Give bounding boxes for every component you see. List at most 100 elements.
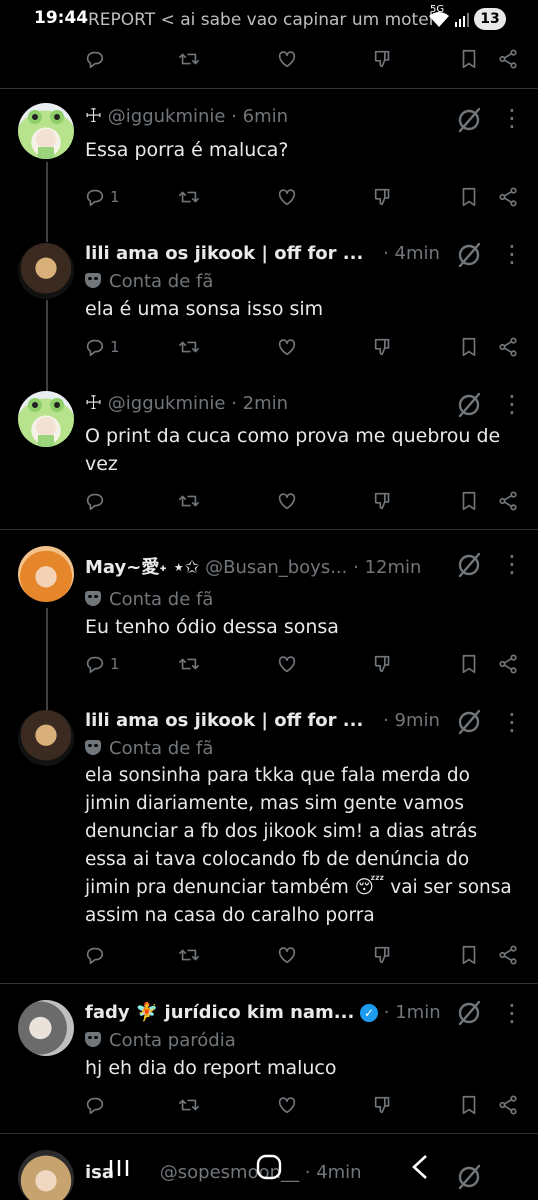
bookmark-button[interactable] — [458, 490, 480, 514]
retweet-button[interactable] — [178, 490, 200, 514]
share-button[interactable] — [497, 653, 519, 677]
heart-icon — [276, 656, 298, 679]
grok-icon[interactable] — [456, 1000, 482, 1026]
grok-icon[interactable] — [456, 392, 482, 418]
name-prefix: ☩ — [85, 392, 103, 414]
heart-icon — [276, 1097, 298, 1120]
retweet-button[interactable] — [178, 653, 200, 677]
retweet-button[interactable] — [178, 48, 200, 72]
more-icon[interactable]: ⋮ — [500, 710, 524, 734]
display-name[interactable]: lili ama os jikook | off for ... — [85, 710, 363, 731]
back-button[interactable] — [410, 1154, 430, 1187]
grok-icon[interactable] — [456, 552, 482, 578]
share-button[interactable] — [497, 186, 519, 210]
downvote-button[interactable] — [372, 48, 394, 72]
mask-icon — [85, 273, 101, 288]
retweet-button[interactable] — [178, 944, 200, 968]
timestamp[interactable]: 12min — [365, 557, 422, 578]
more-icon[interactable]: ⋮ — [500, 106, 524, 130]
avatar[interactable] — [18, 1000, 74, 1056]
reply-button[interactable]: 1 — [84, 186, 120, 212]
timestamp[interactable]: 6min — [243, 106, 288, 127]
heart-button[interactable] — [276, 186, 298, 210]
heart-button[interactable] — [276, 336, 298, 360]
share-icon — [497, 187, 519, 212]
bookmark-button[interactable] — [458, 653, 480, 677]
more-icon[interactable]: ⋮ — [500, 552, 524, 576]
reply-button[interactable] — [84, 944, 106, 968]
avatar[interactable] — [18, 243, 74, 299]
bookmark-button[interactable] — [458, 1094, 480, 1118]
post-header: May~愛˖ ⋆✩ @Busan_boys... · 12min — [85, 557, 422, 578]
avatar[interactable] — [18, 710, 74, 766]
bookmark-icon — [458, 187, 480, 212]
home-button[interactable] — [256, 1154, 282, 1187]
name-prefix: ☩ — [85, 105, 103, 127]
post-text: Essa porra é maluca? — [85, 139, 289, 161]
reply-icon — [84, 189, 106, 212]
avatar[interactable] — [18, 546, 74, 602]
downvote-button[interactable] — [372, 186, 394, 210]
downvote-button[interactable] — [372, 1094, 394, 1118]
retweet-icon — [178, 658, 200, 679]
network-label: 5G — [430, 4, 445, 15]
grok-icon[interactable] — [456, 107, 482, 133]
action-bar — [0, 944, 538, 968]
reply-button[interactable] — [84, 490, 106, 514]
more-icon[interactable]: ⋮ — [500, 1001, 524, 1025]
display-name[interactable]: fady 🧚 jurídico kim nam... — [85, 1002, 354, 1023]
heart-icon — [276, 493, 298, 516]
more-icon[interactable]: ⋮ — [500, 242, 524, 266]
more-icon[interactable]: ⋮ — [500, 392, 524, 416]
heart-button[interactable] — [276, 653, 298, 677]
bookmark-button[interactable] — [458, 336, 480, 360]
downvote-icon — [372, 188, 394, 212]
downvote-button[interactable] — [372, 336, 394, 360]
avatar[interactable] — [18, 391, 74, 447]
bookmark-button[interactable] — [458, 944, 480, 968]
divider — [0, 88, 538, 89]
divider — [0, 983, 538, 984]
grok-icon[interactable] — [456, 242, 482, 268]
retweet-button[interactable] — [178, 336, 200, 360]
retweet-button[interactable] — [178, 1094, 200, 1118]
downvote-button[interactable] — [372, 653, 394, 677]
display-name[interactable]: lili ama os jikook | off for ... — [85, 243, 363, 264]
timestamp[interactable]: 9min — [395, 710, 440, 731]
share-button[interactable] — [497, 490, 519, 514]
share-icon — [497, 49, 519, 74]
downvote-button[interactable] — [372, 490, 394, 514]
divider — [0, 529, 538, 530]
divider — [0, 1133, 538, 1134]
heart-button[interactable] — [276, 48, 298, 72]
avatar[interactable] — [18, 103, 74, 159]
reply-button[interactable] — [84, 1094, 106, 1118]
handle[interactable]: @iggukminie — [108, 106, 226, 127]
heart-button[interactable] — [276, 490, 298, 514]
share-button[interactable] — [497, 48, 519, 72]
bookmark-button[interactable] — [458, 186, 480, 210]
timestamp[interactable]: 2min — [243, 393, 288, 414]
reply-button[interactable]: 1 — [84, 653, 120, 677]
recents-button[interactable] — [108, 1156, 130, 1186]
share-button[interactable] — [497, 336, 519, 360]
share-button[interactable] — [497, 1094, 519, 1118]
share-button[interactable] — [497, 944, 519, 968]
timestamp[interactable]: 1min — [395, 1002, 440, 1023]
heart-button[interactable] — [276, 944, 298, 968]
downvote-button[interactable] — [372, 944, 394, 968]
heart-button[interactable] — [276, 1094, 298, 1118]
action-bar: 1 — [0, 653, 538, 677]
reply-button[interactable] — [84, 48, 106, 72]
display-name[interactable]: May~愛˖ ⋆✩ — [85, 557, 199, 578]
reply-button[interactable]: 1 — [84, 336, 120, 360]
bookmark-icon — [458, 1095, 480, 1120]
ghost-text: REPORT < ai sabe vao capinar um motel — [88, 10, 434, 30]
bookmark-button[interactable] — [458, 48, 480, 72]
downvote-icon — [372, 492, 394, 516]
grok-icon[interactable] — [456, 709, 482, 735]
timestamp[interactable]: 4min — [395, 243, 440, 264]
retweet-button[interactable] — [178, 186, 200, 210]
handle[interactable]: @iggukminie — [108, 393, 226, 414]
handle[interactable]: @Busan_boys... — [205, 557, 347, 578]
